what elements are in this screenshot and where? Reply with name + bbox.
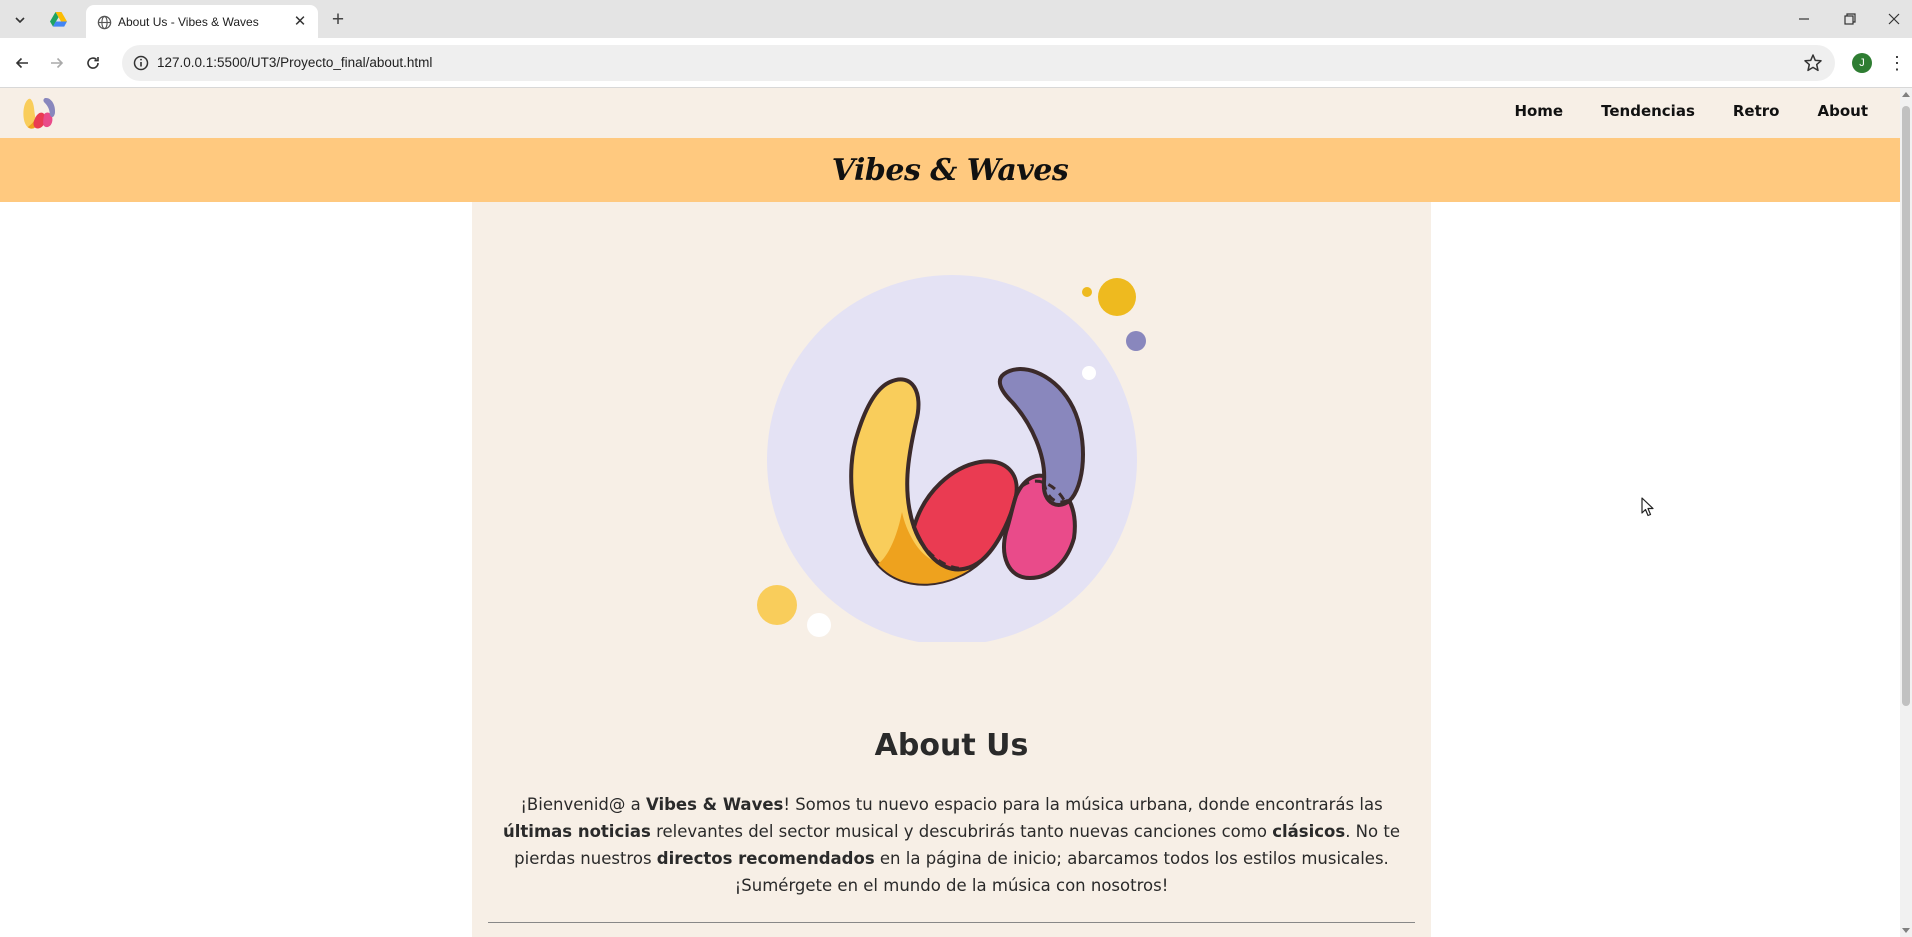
google-drive-icon[interactable] xyxy=(50,12,67,27)
url-text[interactable]: 127.0.0.1:5500/UT3/Proyecto_final/about.… xyxy=(157,55,432,70)
about-text-bold: clásicos xyxy=(1272,822,1346,841)
browser-tab-bar: About Us - Vibes & Waves ✕ + xyxy=(0,0,1912,38)
profile-avatar[interactable]: J xyxy=(1852,53,1872,73)
scrollbar-thumb[interactable] xyxy=(1902,106,1910,706)
site-nav-links: Home Tendencias Retro About xyxy=(1514,102,1868,120)
close-window-icon[interactable] xyxy=(1876,6,1912,32)
about-title: About Us xyxy=(874,728,1029,763)
globe-icon xyxy=(97,15,112,30)
minimize-icon[interactable] xyxy=(1786,6,1822,32)
nav-retro-link[interactable]: Retro xyxy=(1733,102,1780,120)
about-text-segment: ! Somos tu nuevo espacio para la música … xyxy=(783,795,1383,814)
site-banner: Vibes & Waves xyxy=(0,138,1900,202)
page-viewport: Home Tendencias Retro About Vibes & Wave… xyxy=(0,88,1912,937)
site-navbar: Home Tendencias Retro About xyxy=(0,88,1900,138)
about-text-bold: Vibes & Waves xyxy=(645,795,784,814)
bookmark-star-icon[interactable] xyxy=(1803,53,1823,73)
nav-tendencias-link[interactable]: Tendencias xyxy=(1601,102,1695,120)
about-text-segment: relevantes del sector musical y descubri… xyxy=(650,822,1273,841)
chevron-down-icon xyxy=(15,17,25,23)
scroll-down-arrow-icon[interactable] xyxy=(1902,928,1910,933)
scroll-up-arrow-icon[interactable] xyxy=(1902,92,1910,97)
about-content: About Us ¡Bienvenid@ a Vibes & Waves! So… xyxy=(472,202,1431,937)
nav-home-link[interactable]: Home xyxy=(1514,102,1563,120)
about-paragraph: ¡Bienvenid@ a Vibes & Waves! Somos tu nu… xyxy=(488,791,1415,899)
content-divider xyxy=(488,922,1415,923)
page-scrollbar[interactable] xyxy=(1900,88,1912,937)
about-text-bold: directos recomendados xyxy=(656,849,875,868)
forward-arrow-icon[interactable] xyxy=(44,50,70,76)
browser-menu-icon[interactable]: ⋮ xyxy=(1888,52,1906,74)
tab-title: About Us - Vibes & Waves xyxy=(118,15,259,29)
address-bar[interactable]: 127.0.0.1:5500/UT3/Proyecto_final/about.… xyxy=(122,45,1835,81)
restore-icon[interactable] xyxy=(1832,6,1868,32)
vibes-waves-logo-illustration xyxy=(757,275,1146,642)
new-tab-button[interactable]: + xyxy=(326,8,350,32)
nav-about-link[interactable]: About xyxy=(1817,102,1868,120)
site-logo-icon[interactable] xyxy=(18,91,62,135)
site-info-icon[interactable] xyxy=(132,54,150,72)
close-tab-icon[interactable]: ✕ xyxy=(290,11,310,31)
back-arrow-icon[interactable] xyxy=(9,50,35,76)
mouse-cursor-icon xyxy=(1641,497,1654,517)
about-text-bold: últimas noticias xyxy=(503,822,651,841)
about-text-segment: ¡Bienvenid@ a xyxy=(520,795,646,814)
active-tab[interactable]: About Us - Vibes & Waves ✕ xyxy=(86,5,318,38)
browser-toolbar: 127.0.0.1:5500/UT3/Proyecto_final/about.… xyxy=(0,38,1912,88)
tab-search-button[interactable] xyxy=(8,8,32,32)
reload-icon[interactable] xyxy=(80,50,106,76)
banner-title: Vibes & Waves xyxy=(831,152,1069,188)
